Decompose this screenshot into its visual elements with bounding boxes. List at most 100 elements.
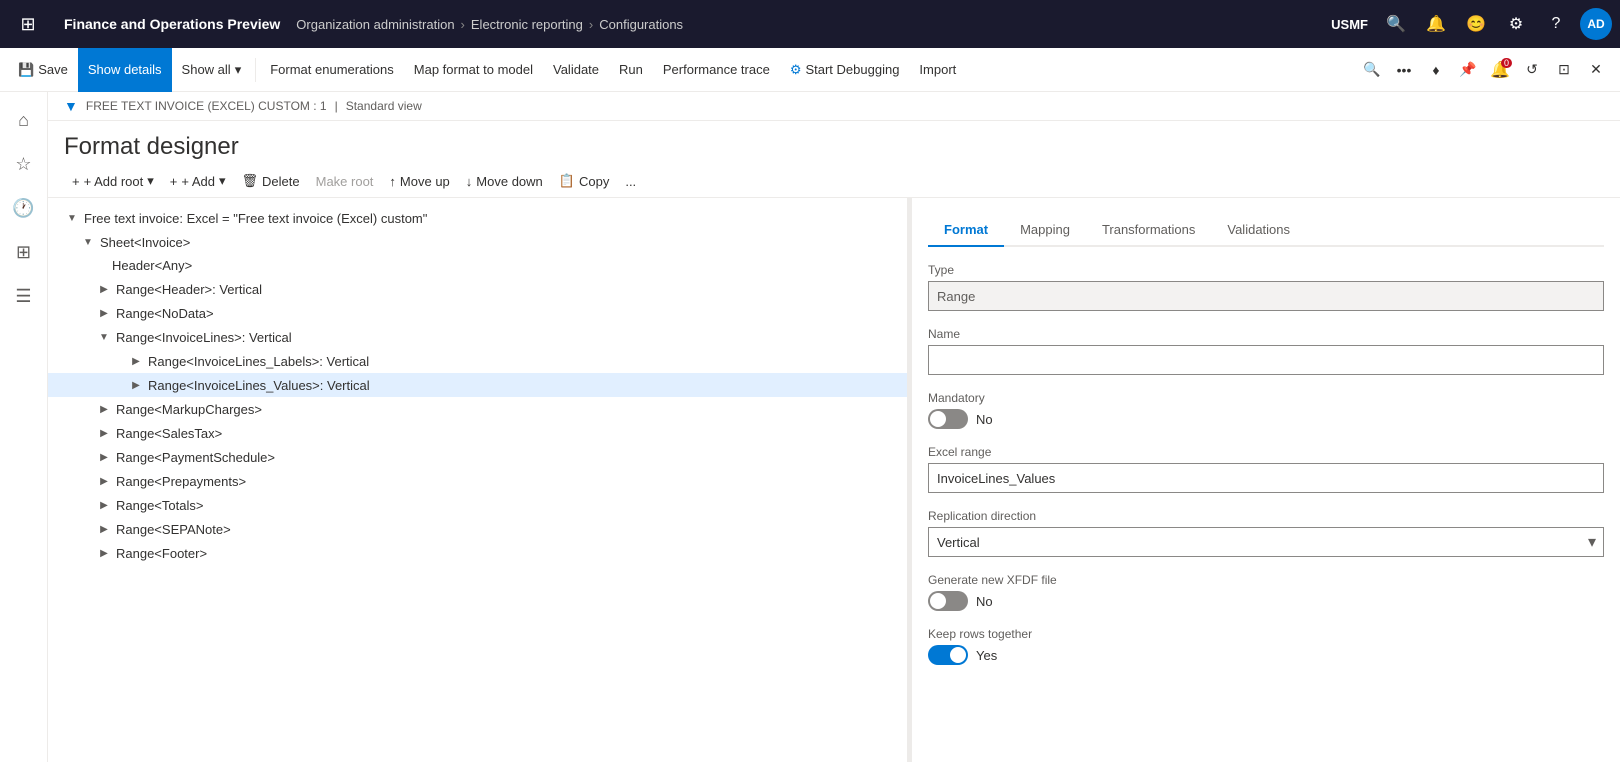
tree-range-prepayments[interactable]: ▶ Range<Prepayments> bbox=[48, 469, 907, 493]
tree-range-footer[interactable]: ▶ Range<Footer> bbox=[48, 541, 907, 565]
move-down-button[interactable]: ↓ Move down bbox=[458, 170, 551, 193]
breadcrumb-config[interactable]: Configurations bbox=[599, 17, 683, 32]
range-labels-expand-icon[interactable]: ▶ bbox=[128, 353, 144, 369]
performance-trace-button[interactable]: Performance trace bbox=[653, 48, 780, 92]
copy-button[interactable]: 📋 Copy bbox=[551, 169, 618, 193]
tree-range-sepanote[interactable]: ▶ Range<SEPANote> bbox=[48, 517, 907, 541]
root-expand-icon[interactable]: ▼ bbox=[64, 210, 80, 226]
debug-icon: ⚙ bbox=[790, 62, 802, 78]
search-cmd-icon[interactable]: 🔍 bbox=[1356, 54, 1388, 86]
format-enumerations-label: Format enumerations bbox=[270, 62, 394, 77]
xfdf-toggle[interactable] bbox=[928, 591, 968, 611]
tree-range-header[interactable]: ▶ Range<Header>: Vertical bbox=[48, 277, 907, 301]
sidenav-workspace-icon[interactable]: ⊞ bbox=[4, 232, 44, 272]
page-title-area: Format designer bbox=[48, 121, 1620, 165]
run-button[interactable]: Run bbox=[609, 48, 653, 92]
add-root-button[interactable]: + + Add root ▾ bbox=[64, 169, 162, 193]
copy-icon: 📋 bbox=[559, 173, 575, 189]
range-header-label: Range<Header>: Vertical bbox=[116, 282, 262, 297]
help-icon[interactable]: ? bbox=[1540, 8, 1572, 40]
bookmark-icon[interactable]: ♦ bbox=[1420, 54, 1452, 86]
new-window-icon[interactable]: ⊡ bbox=[1548, 54, 1580, 86]
type-field-group: Type bbox=[928, 263, 1604, 311]
range-footer-expand-icon[interactable]: ▶ bbox=[96, 545, 112, 561]
tree-root[interactable]: ▼ Free text invoice: Excel = "Free text … bbox=[48, 206, 907, 230]
range-nodata-expand-icon[interactable]: ▶ bbox=[96, 305, 112, 321]
format-enumerations-button[interactable]: Format enumerations bbox=[260, 48, 404, 92]
notifications-badge-icon[interactable]: 🔔 0 bbox=[1484, 54, 1516, 86]
range-markup-expand-icon[interactable]: ▶ bbox=[96, 401, 112, 417]
range-prepayments-expand-icon[interactable]: ▶ bbox=[96, 473, 112, 489]
breadcrumb-electronic[interactable]: Electronic reporting bbox=[471, 17, 583, 32]
make-root-button[interactable]: Make root bbox=[308, 170, 382, 193]
tree-range-values[interactable]: ▶ Range<InvoiceLines_Values>: Vertical bbox=[48, 373, 907, 397]
save-icon: 💾 bbox=[18, 62, 34, 78]
range-header-expand-icon[interactable]: ▶ bbox=[96, 281, 112, 297]
map-format-button[interactable]: Map format to model bbox=[404, 48, 543, 92]
tree-range-nodata[interactable]: ▶ Range<NoData> bbox=[48, 301, 907, 325]
save-button[interactable]: 💾 Save bbox=[8, 48, 78, 92]
validate-button[interactable]: Validate bbox=[543, 48, 609, 92]
name-input[interactable] bbox=[928, 345, 1604, 375]
tree-range-totals[interactable]: ▶ Range<Totals> bbox=[48, 493, 907, 517]
sidenav-list-icon[interactable]: ☰ bbox=[4, 276, 44, 316]
tab-mapping[interactable]: Mapping bbox=[1004, 214, 1086, 247]
extension-icon[interactable]: 📌 bbox=[1452, 54, 1484, 86]
user-avatar[interactable]: AD bbox=[1580, 8, 1612, 40]
tab-validations[interactable]: Validations bbox=[1211, 214, 1306, 247]
range-totals-expand-icon[interactable]: ▶ bbox=[96, 497, 112, 513]
range-invoicelines-expand-icon[interactable]: ▼ bbox=[96, 329, 112, 345]
range-totals-label: Range<Totals> bbox=[116, 498, 203, 513]
show-all-button[interactable]: Show all ▾ bbox=[172, 48, 252, 92]
delete-button[interactable]: 🗑 Delete bbox=[234, 169, 308, 193]
search-icon[interactable]: 🔍 bbox=[1380, 8, 1412, 40]
show-all-chevron-icon: ▾ bbox=[235, 62, 242, 78]
excel-range-input[interactable] bbox=[928, 463, 1604, 493]
tree-range-labels[interactable]: ▶ Range<InvoiceLines_Labels>: Vertical bbox=[48, 349, 907, 373]
close-icon[interactable]: ✕ bbox=[1580, 54, 1612, 86]
sidenav-home-icon[interactable]: ⌂ bbox=[4, 100, 44, 140]
range-values-expand-icon[interactable]: ▶ bbox=[128, 377, 144, 393]
add-button[interactable]: + + Add ▾ bbox=[162, 169, 234, 193]
tree-sheet-invoice[interactable]: ▼ Sheet<Invoice> bbox=[48, 230, 907, 254]
tree-header[interactable]: Header<Any> bbox=[48, 254, 907, 277]
keep-rows-toggle[interactable] bbox=[928, 645, 968, 665]
more-button[interactable]: ... bbox=[617, 170, 644, 193]
sidenav-favorites-icon[interactable]: ☆ bbox=[4, 144, 44, 184]
view-selector[interactable]: Standard view bbox=[346, 99, 422, 113]
show-details-button[interactable]: Show details bbox=[78, 48, 172, 92]
type-input[interactable] bbox=[928, 281, 1604, 311]
refresh-icon[interactable]: ↺ bbox=[1516, 54, 1548, 86]
keep-rows-field-group: Keep rows together Yes bbox=[928, 627, 1604, 665]
sheet-expand-icon[interactable]: ▼ bbox=[80, 234, 96, 250]
move-up-icon: ↑ bbox=[389, 174, 396, 189]
move-up-button[interactable]: ↑ Move up bbox=[381, 170, 457, 193]
waffle-menu[interactable]: ⊞ bbox=[8, 0, 48, 48]
notification-icon[interactable]: 🔔 bbox=[1420, 8, 1452, 40]
tab-format[interactable]: Format bbox=[928, 214, 1004, 247]
breadcrumb-sep-1: › bbox=[461, 17, 465, 32]
replication-field-group: Replication direction Vertical Horizonta… bbox=[928, 509, 1604, 557]
breadcrumb-org[interactable]: Organization administration bbox=[296, 17, 454, 32]
mandatory-toggle[interactable] bbox=[928, 409, 968, 429]
range-salestax-expand-icon[interactable]: ▶ bbox=[96, 425, 112, 441]
tree-range-payment[interactable]: ▶ Range<PaymentSchedule> bbox=[48, 445, 907, 469]
settings-icon[interactable]: ⚙ bbox=[1500, 8, 1532, 40]
sidenav-recent-icon[interactable]: 🕐 bbox=[4, 188, 44, 228]
add-root-chevron: ▾ bbox=[147, 173, 154, 189]
start-debugging-button[interactable]: ⚙ Start Debugging bbox=[780, 48, 910, 92]
validate-label: Validate bbox=[553, 62, 599, 77]
tree-range-invoicelines[interactable]: ▼ Range<InvoiceLines>: Vertical bbox=[48, 325, 907, 349]
properties-tabs: Format Mapping Transformations Validatio… bbox=[928, 214, 1604, 247]
more-cmd-icon[interactable]: ••• bbox=[1388, 54, 1420, 86]
tree-range-markup[interactable]: ▶ Range<MarkupCharges> bbox=[48, 397, 907, 421]
mandatory-toggle-row: No bbox=[928, 409, 1604, 429]
replication-select[interactable]: Vertical Horizontal None bbox=[928, 527, 1604, 557]
tree-range-salestax[interactable]: ▶ Range<SalesTax> bbox=[48, 421, 907, 445]
range-payment-expand-icon[interactable]: ▶ bbox=[96, 449, 112, 465]
range-sepanote-expand-icon[interactable]: ▶ bbox=[96, 521, 112, 537]
excel-range-label: Excel range bbox=[928, 445, 1604, 459]
import-button[interactable]: Import bbox=[909, 48, 966, 92]
smiley-icon[interactable]: 😊 bbox=[1460, 8, 1492, 40]
tab-transformations[interactable]: Transformations bbox=[1086, 214, 1211, 247]
